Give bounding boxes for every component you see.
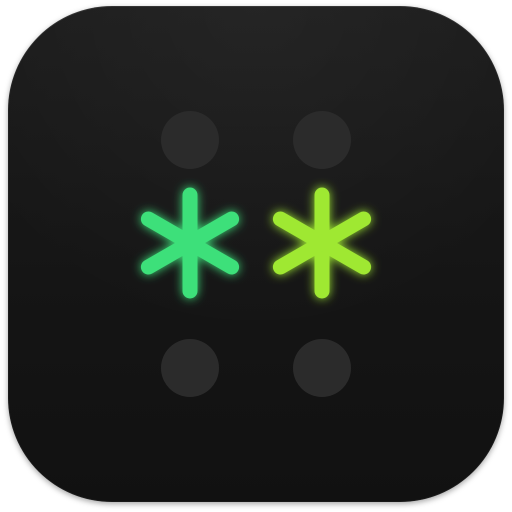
- asterisk-green-icon: [140, 187, 240, 299]
- dot-bottom-right-icon: [293, 339, 351, 397]
- icon-canvas: [0, 0, 512, 512]
- asterisk-lime-icon: [272, 187, 372, 299]
- dot-bottom-left-icon: [161, 339, 219, 397]
- dot-top-right-icon: [293, 111, 351, 169]
- icon-glyphs: [0, 0, 512, 512]
- dot-top-left-icon: [161, 111, 219, 169]
